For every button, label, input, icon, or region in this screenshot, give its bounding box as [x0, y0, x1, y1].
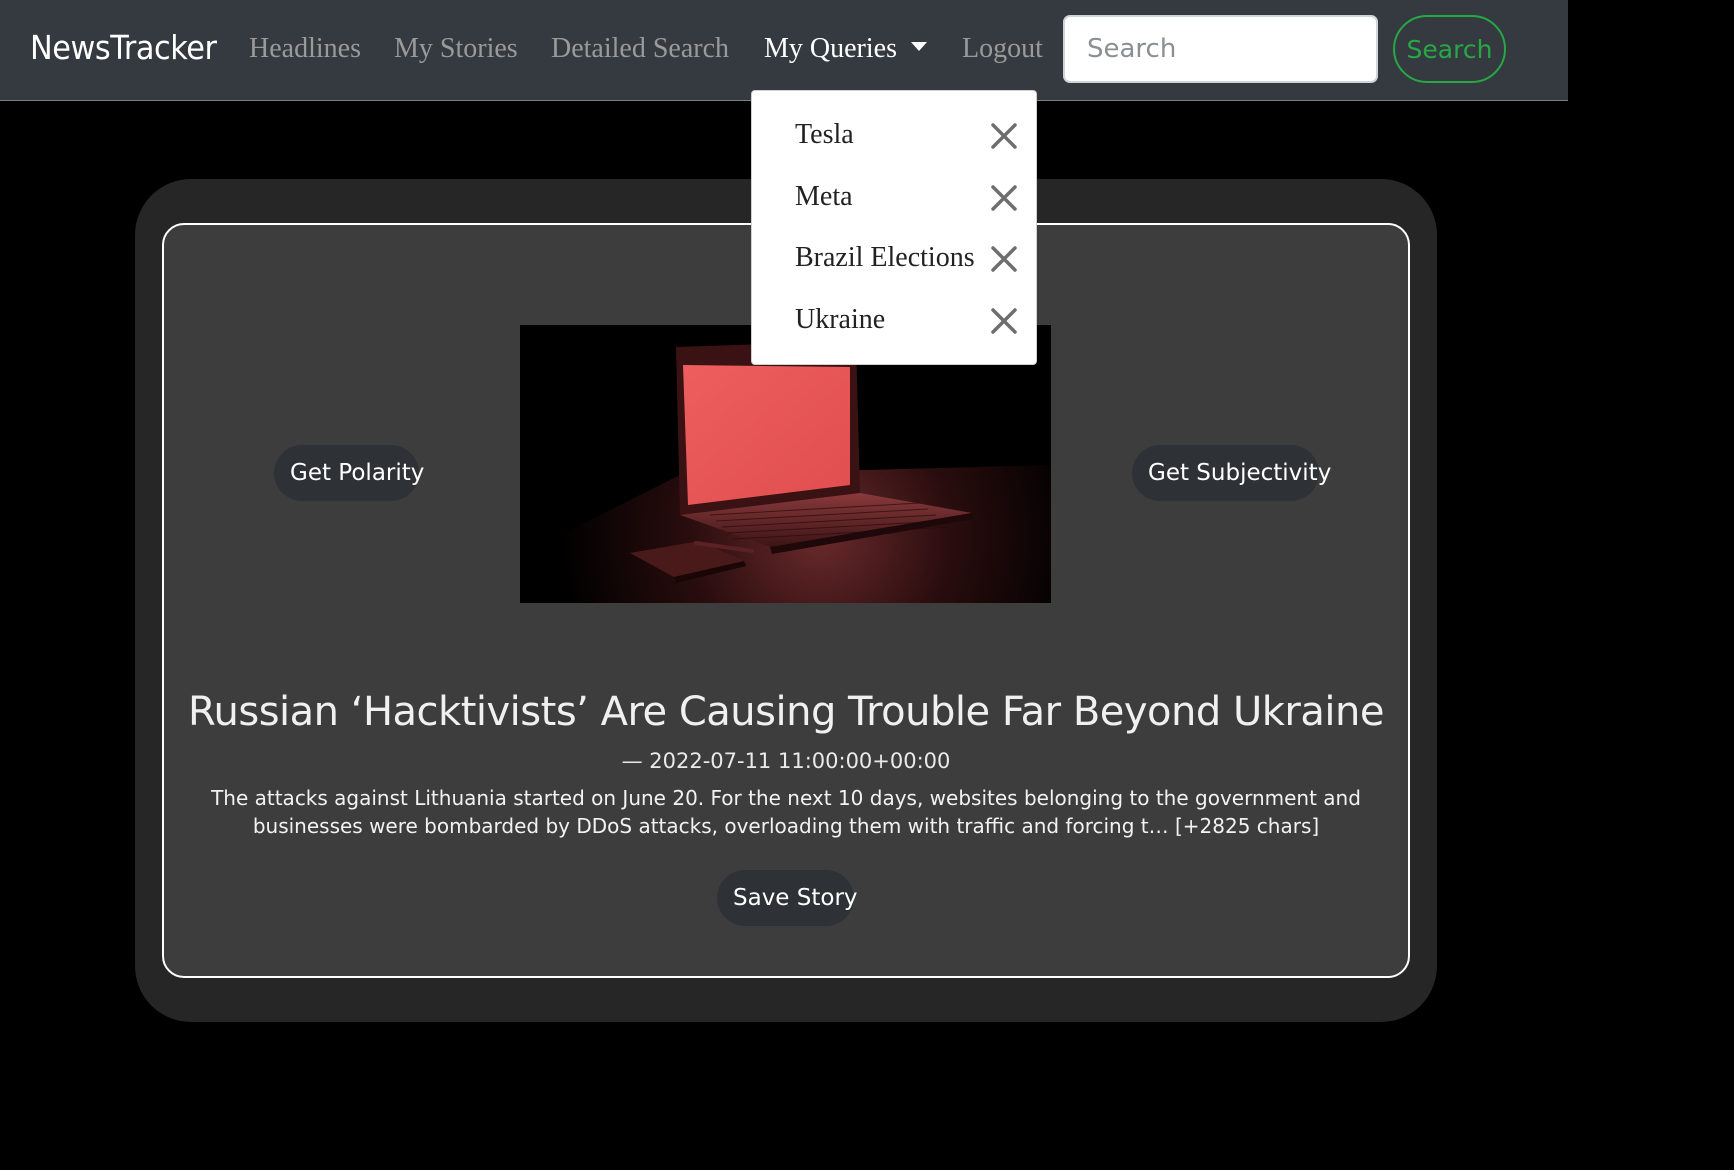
query-item-meta[interactable]: Meta	[752, 168, 1038, 226]
query-label[interactable]: Tesla	[795, 106, 854, 164]
query-label[interactable]: Meta	[795, 168, 853, 226]
laptop-image	[520, 325, 1051, 603]
search-button[interactable]: Search	[1393, 15, 1506, 83]
search-input[interactable]	[1063, 15, 1378, 83]
close-icon[interactable]	[988, 182, 1020, 214]
my-queries-dropdown: Tesla Meta Brazil Elections Ukraine	[751, 90, 1037, 365]
caret-down-icon	[910, 42, 927, 51]
close-icon[interactable]	[988, 120, 1020, 152]
story-title[interactable]: Russian ‘Hacktivists’ Are Causing Troubl…	[162, 684, 1410, 740]
get-polarity-button[interactable]: Get Polarity	[274, 445, 424, 501]
query-item-brazil-elections[interactable]: Brazil Elections	[752, 229, 1038, 287]
nav-link-logout[interactable]: Logout	[962, 30, 1043, 68]
nav-link-my-queries[interactable]: My Queries	[764, 30, 927, 68]
query-label[interactable]: Brazil Elections	[795, 229, 975, 287]
story-description: The attacks against Lithuania started on…	[211, 786, 1361, 838]
close-icon[interactable]	[988, 305, 1020, 337]
get-subjectivity-button[interactable]: Get Subjectivity	[1132, 445, 1331, 501]
story-date: — 2022-07-11 11:00:00+00:00	[621, 749, 951, 773]
save-story-button[interactable]: Save Story	[717, 870, 858, 926]
query-label[interactable]: Ukraine	[795, 291, 885, 349]
brand-logo[interactable]: NewsTracker	[30, 26, 217, 70]
nav-link-my-stories[interactable]: My Stories	[394, 30, 518, 68]
navbar: NewsTracker Headlines My Stories Detaile…	[0, 0, 1568, 101]
query-item-ukraine[interactable]: Ukraine	[752, 291, 1038, 349]
story-image	[520, 325, 1051, 603]
nav-link-headlines[interactable]: Headlines	[249, 30, 361, 68]
nav-link-detailed-search[interactable]: Detailed Search	[551, 30, 729, 68]
query-item-tesla[interactable]: Tesla	[752, 106, 1038, 164]
close-icon[interactable]	[988, 243, 1020, 275]
nav-link-my-queries-label: My Queries	[764, 33, 897, 64]
